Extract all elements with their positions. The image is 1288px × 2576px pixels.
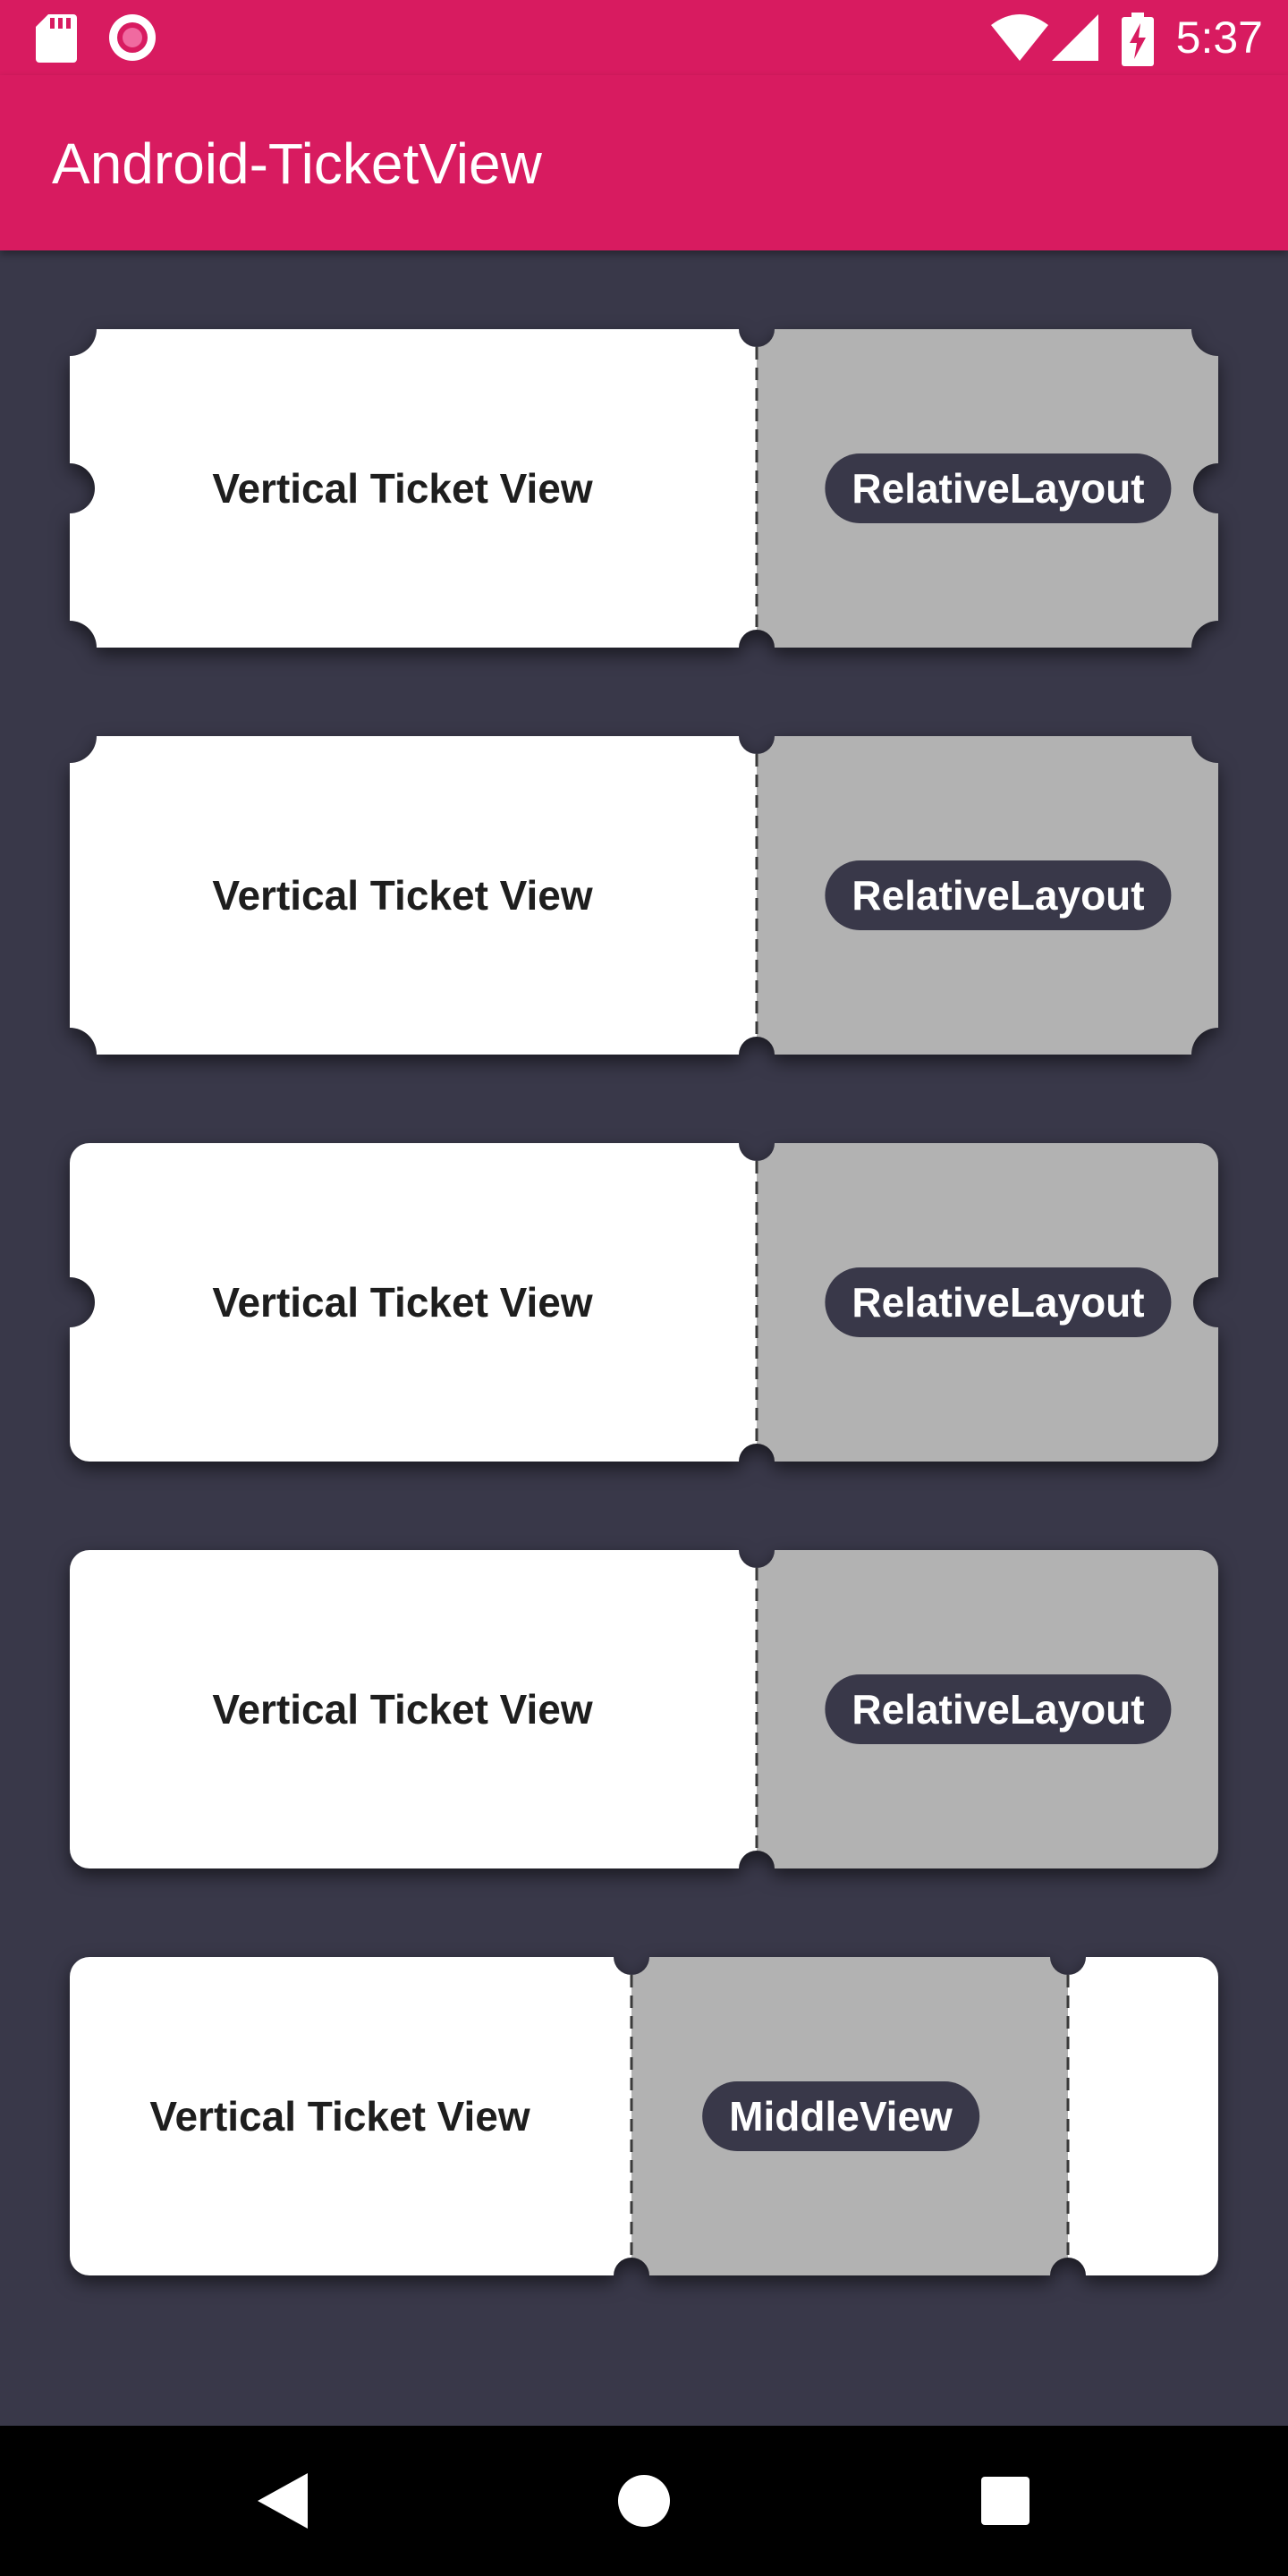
ticket-view-2[interactable]: Vertical Ticket View RelativeLayout [70,736,1218,1055]
record-icon [109,14,156,61]
ticket-view-1[interactable]: Vertical Ticket View RelativeLayout [70,329,1218,648]
back-icon [258,2473,308,2529]
ticket-label: Vertical Ticket View [212,1686,593,1733]
ticket-label: Vertical Ticket View [212,872,593,919]
battery-charging-icon [1122,13,1154,66]
middleview-chip: MiddleView [702,2081,979,2151]
ticket-view-5[interactable]: Vertical Ticket View MiddleView [70,1957,1218,2275]
ticket-list: Vertical Ticket View RelativeLayout Vert… [0,250,1288,2426]
home-button[interactable] [555,2426,733,2576]
ticket-label: Vertical Ticket View [212,465,593,512]
app-bar: Android-TicketView [0,75,1288,250]
home-icon [618,2475,670,2527]
relativelayout-chip: RelativeLayout [825,1267,1172,1337]
wifi-icon [991,14,1048,61]
recents-icon [981,2477,1030,2525]
relativelayout-chip: RelativeLayout [825,1674,1172,1744]
ticket-label: Vertical Ticket View [149,2093,530,2140]
relativelayout-chip: RelativeLayout [825,453,1172,523]
ticket-label: Vertical Ticket View [212,1279,593,1326]
back-button[interactable] [193,2426,372,2576]
sd-card-icon [36,14,77,63]
ticket-view-3[interactable]: Vertical Ticket View RelativeLayout [70,1143,1218,1462]
ticket-view-4[interactable]: Vertical Ticket View RelativeLayout [70,1550,1218,1868]
status-bar: 5:37 [0,0,1288,75]
navigation-bar [0,2426,1288,2576]
signal-icon [1052,14,1098,61]
relativelayout-chip: RelativeLayout [825,860,1172,930]
recents-button[interactable] [916,2426,1095,2576]
app-title: Android-TicketView [52,131,542,196]
clock: 5:37 [1175,13,1263,63]
